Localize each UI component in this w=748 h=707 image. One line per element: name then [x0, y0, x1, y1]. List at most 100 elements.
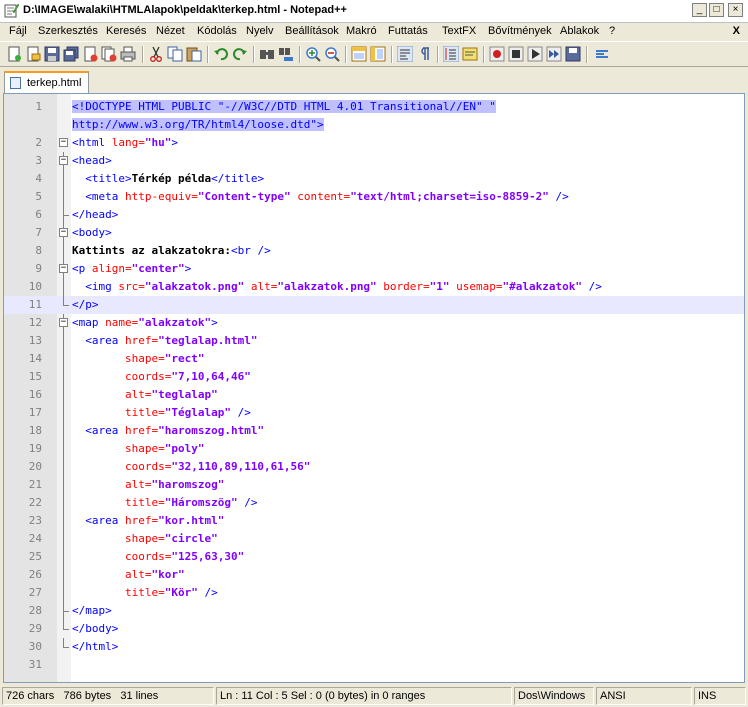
code-text: coords="32,110,89,110,61,56"	[124, 460, 311, 473]
toolbar	[0, 41, 748, 67]
status-insert-mode[interactable]: INS	[694, 687, 746, 705]
line-number: 3	[35, 154, 42, 167]
tab-label: terkep.html	[27, 77, 82, 89]
menu-help[interactable]: ?	[609, 25, 615, 37]
stop-record-icon[interactable]	[508, 46, 524, 62]
menu-textfx[interactable]: TextFX	[442, 25, 476, 37]
show-all-chars-icon[interactable]	[416, 46, 432, 62]
line-number: 29	[28, 622, 42, 635]
menu-search[interactable]: Keresés	[106, 25, 146, 37]
menu-window[interactable]: Ablakok	[560, 25, 599, 37]
code-text: <html lang="hu">	[72, 136, 178, 149]
run-macro-multiple-icon[interactable]	[546, 46, 562, 62]
line-number: 30	[28, 640, 42, 653]
code-text: </html>	[72, 640, 119, 653]
line-number: 19	[28, 442, 42, 455]
line-number: 14	[28, 352, 42, 365]
line-number: 8	[35, 244, 42, 257]
status-eol-format[interactable]: Dos\Windows	[514, 687, 594, 705]
word-wrap-icon[interactable]	[396, 45, 414, 63]
status-chars: 726 chars	[6, 690, 55, 702]
fold-end-marker	[63, 602, 69, 612]
line-number: 12	[28, 316, 42, 329]
code-line: http://www.w3.org/TR/html4/loose.dtd">	[4, 116, 744, 134]
code-line: 18 <area href="haromszog.html"	[4, 422, 744, 440]
code-line: 5 <meta http-equiv="Content-type" conten…	[4, 188, 744, 206]
minimize-button[interactable]: _	[692, 3, 707, 17]
code-editor[interactable]: 1 <!DOCTYPE HTML PUBLIC "-//W3C//DTD HTM…	[3, 93, 745, 683]
code-text: coords="125,63,30"	[124, 550, 245, 563]
code-line: 1 <!DOCTYPE HTML PUBLIC "-//W3C//DTD HTM…	[4, 98, 744, 116]
code-text: title="Kör" />	[124, 586, 218, 599]
line-number: 18	[28, 424, 42, 437]
line-number: 9	[35, 262, 42, 275]
code-text: shape="circle"	[124, 532, 218, 545]
fold-toggle-icon[interactable]: −	[59, 156, 68, 165]
close-all-icon[interactable]	[101, 46, 117, 62]
code-line: 22 title="Háromszög" />	[4, 494, 744, 512]
menu-file[interactable]: Fájl	[9, 25, 27, 37]
code-text: http://www.w3.org/TR/html4/loose.dtd">	[72, 118, 324, 131]
code-line: 24 shape="circle"	[4, 530, 744, 548]
zoom-in-icon[interactable]	[305, 46, 321, 62]
tab-terkep-html[interactable]: terkep.html	[4, 71, 89, 93]
menu-view[interactable]: Nézet	[156, 25, 185, 37]
indent-guide-icon[interactable]	[442, 45, 460, 63]
code-text: <body>	[72, 226, 112, 239]
undo-icon[interactable]	[213, 46, 229, 62]
menu-macro[interactable]: Makró	[346, 25, 377, 37]
trim-icon[interactable]	[594, 46, 610, 62]
fold-toggle-icon[interactable]: −	[59, 138, 68, 147]
fold-toggle-icon[interactable]: −	[59, 228, 68, 237]
print-icon[interactable]	[120, 46, 136, 62]
menu-plugins[interactable]: Bővítmények	[488, 25, 552, 37]
save-all-icon[interactable]	[63, 46, 79, 62]
sync-vertical-icon[interactable]	[351, 46, 367, 62]
new-file-icon[interactable]	[6, 46, 22, 62]
maximize-button[interactable]: □	[709, 3, 724, 17]
fold-end-marker	[63, 206, 69, 216]
status-encoding[interactable]: ANSI	[596, 687, 692, 705]
menu-edit[interactable]: Szerkesztés	[38, 25, 98, 37]
code-text: <!DOCTYPE HTML PUBLIC "-//W3C//DTD HTML …	[72, 100, 496, 113]
paste-icon[interactable]	[186, 46, 202, 62]
line-number: 16	[28, 388, 42, 401]
code-line: 9 − <p align="center">	[4, 260, 744, 278]
line-number: 6	[35, 208, 42, 221]
notepadpp-app-icon[interactable]	[4, 3, 20, 18]
save-icon[interactable]	[44, 46, 60, 62]
close-window-button[interactable]: ×	[728, 3, 743, 17]
menu-language[interactable]: Nyelv	[246, 25, 274, 37]
line-number: 28	[28, 604, 42, 617]
code-text: </map>	[72, 604, 112, 617]
line-number: 4	[35, 172, 42, 185]
menu-encoding[interactable]: Kódolás	[197, 25, 237, 37]
line-number: 11	[28, 298, 42, 311]
code-text: <meta http-equiv="Content-type" content=…	[85, 190, 569, 203]
play-macro-icon[interactable]	[527, 46, 543, 62]
fold-end-marker	[63, 296, 69, 306]
cut-icon[interactable]	[148, 46, 164, 62]
fold-toggle-icon[interactable]: −	[59, 264, 68, 273]
close-icon[interactable]	[82, 46, 98, 62]
replace-icon[interactable]	[278, 46, 294, 62]
code-line: 29 </body>	[4, 620, 744, 638]
status-cursor-position: Ln : 11 Col : 5 Sel : 0 (0 bytes) in 0 r…	[216, 687, 512, 705]
line-number: 15	[28, 370, 42, 383]
menu-settings[interactable]: Beállítások	[285, 25, 339, 37]
fold-end-marker	[63, 620, 69, 630]
save-macro-icon[interactable]	[565, 46, 581, 62]
sync-horizontal-icon[interactable]	[370, 46, 386, 62]
fold-toggle-icon[interactable]: −	[59, 318, 68, 327]
close-document-button[interactable]: X	[733, 25, 740, 37]
copy-icon[interactable]	[167, 46, 183, 62]
user-lang-icon[interactable]	[462, 46, 478, 62]
redo-icon[interactable]	[232, 46, 248, 62]
line-number: 24	[28, 532, 42, 545]
zoom-out-icon[interactable]	[324, 46, 340, 62]
code-text: <head>	[72, 154, 112, 167]
find-icon[interactable]	[259, 46, 275, 62]
menu-run[interactable]: Futtatás	[388, 25, 428, 37]
open-file-icon[interactable]	[25, 46, 41, 62]
record-macro-icon[interactable]	[489, 46, 505, 62]
